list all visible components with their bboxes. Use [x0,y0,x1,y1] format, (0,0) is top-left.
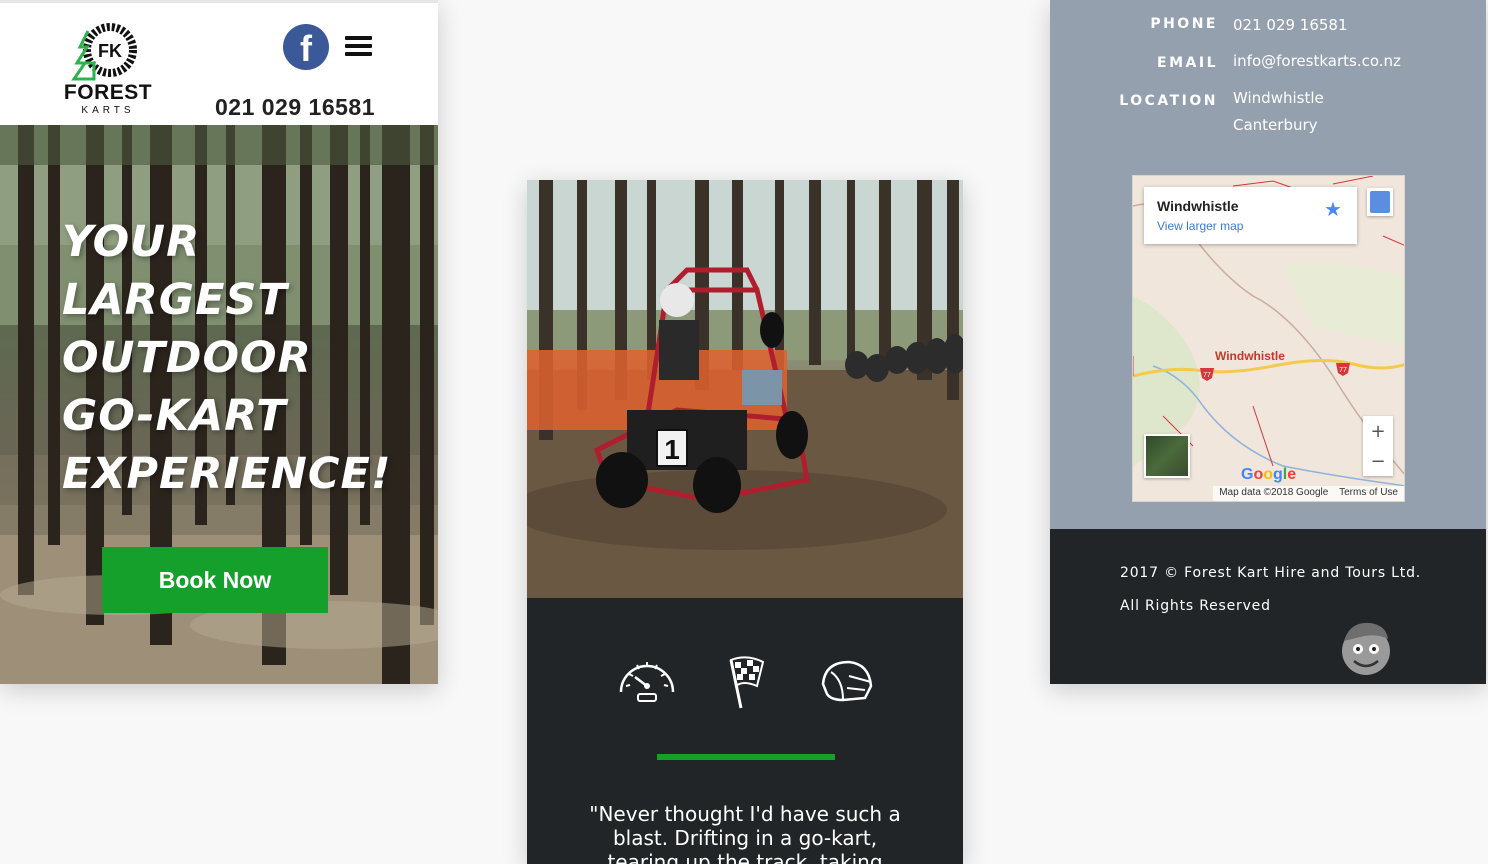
view-larger-map-link[interactable]: View larger map [1157,219,1243,233]
logo-subtitle: KARTS [81,105,135,116]
map-zoom-controls: + − [1363,416,1393,476]
headline-line: OUTDOOR [62,333,312,383]
speedometer-icon [619,662,675,702]
headline-line: GO-KART [62,391,287,441]
route-badge: 77 [1339,367,1347,374]
location-line2: Canterbury [1233,116,1318,134]
book-now-button[interactable]: Book Now [102,547,328,613]
copyright-text: 2017 © Forest Kart Hire and Tours Ltd. [1120,565,1422,581]
hero-section: YOUR LARGEST OUTDOOR GO-KART EXPERIENCE!… [0,125,438,684]
divider [657,754,835,760]
mobile-contact-preview: PHONE 021 029 16581 EMAIL info@forestkar… [1050,0,1486,684]
mobile-home-preview: FK FOREST KARTS f 021 029 16581 YOUR LAR… [0,0,438,684]
helmet-icon [821,660,873,702]
headline-line: YOUR [62,217,201,267]
map-info-card: Windwhistle View larger map ★ [1144,187,1357,244]
route-badge: 77 [1203,372,1211,379]
satellite-toggle[interactable] [1144,434,1190,478]
zoom-out-button[interactable]: − [1363,446,1393,476]
headline-line: EXPERIENCE! [62,449,392,499]
stage: FK FOREST KARTS f 021 029 16581 YOUR LAR… [0,0,1488,864]
route-badge-icon: 77 [1200,368,1214,381]
google-logo: Google [1241,466,1297,483]
hero-headline: YOUR LARGEST OUTDOOR GO-KART EXPERIENCE! [62,213,402,503]
checkered-flag-icon [729,656,765,709]
mobile-features-preview: 1 "Never thought I'd have such a blast. … [527,180,963,864]
go-kart-scene: 1 [527,180,963,598]
mascot-icon [1342,622,1390,675]
feature-icons [527,650,963,720]
map-place-title: Windwhistle [1157,198,1239,214]
embedded-map[interactable]: Windwhistle View larger map ★ Windwhistl… [1132,175,1405,502]
map-data-text: Map data ©2018 Google [1219,487,1329,498]
site-header: FK FOREST KARTS f 021 029 16581 [0,0,438,125]
map-attribution: Map data ©2018 Google Terms of Use [1213,486,1404,501]
terms-of-use-link[interactable]: Terms of Use [1339,487,1398,498]
facebook-icon[interactable]: f [283,24,329,70]
header-phone[interactable]: 021 029 16581 [200,94,390,121]
site-footer: 2017 © Forest Kart Hire and Tours Ltd. A… [1050,529,1486,684]
logo-name: FOREST [63,81,153,104]
map-town-label: Windwhistle [1215,349,1285,363]
street-view-pegman-icon[interactable] [1367,188,1393,216]
email-label: EMAIL [1157,55,1218,71]
phone-value[interactable]: 021 029 16581 [1233,12,1348,39]
hamburger-menu-icon[interactable] [345,36,372,56]
phone-label: PHONE [1150,16,1218,32]
save-star-icon[interactable]: ★ [1324,197,1342,222]
headline-line: LARGEST [62,275,288,325]
location-label: LOCATION [1119,93,1218,109]
route-badge-icon: 77 [1336,363,1350,376]
footer-text: 2017 © Forest Kart Hire and Tours Ltd. A… [1120,557,1421,623]
email-value[interactable]: info@forestkarts.co.nz [1233,48,1401,75]
go-kart-photo: 1 [527,180,963,598]
location-line1: Windwhistle [1233,89,1324,107]
logo-initials: FK [98,41,122,61]
zoom-in-button[interactable]: + [1363,416,1393,446]
kart-number: 1 [664,434,680,465]
testimonial-quote: "Never thought I'd have such a blast. Dr… [589,802,901,864]
